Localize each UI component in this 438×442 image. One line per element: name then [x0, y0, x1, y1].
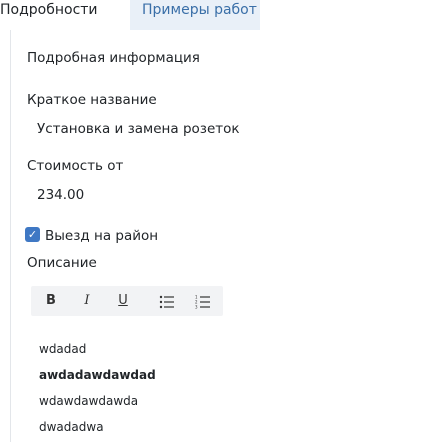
- section-title: Подробная информация: [27, 50, 200, 66]
- price-input[interactable]: 234.00: [19, 180, 438, 212]
- bullet-list-icon[interactable]: [159, 294, 175, 309]
- editor-line[interactable]: wdadad: [39, 342, 86, 356]
- editor-toolbar: B I U 1 2 3: [31, 286, 223, 316]
- editor-line[interactable]: dwadadwa: [39, 420, 104, 434]
- short-name-input[interactable]: Установка и замена розеток: [19, 114, 438, 146]
- check-icon: ✓: [27, 228, 38, 241]
- tab-work-examples[interactable]: Примеры работ: [120, 0, 260, 30]
- ordered-list-icon[interactable]: 1 2 3: [195, 294, 211, 310]
- svg-text:3: 3: [195, 305, 198, 309]
- price-value: 234.00: [37, 187, 85, 203]
- editor-line[interactable]: wdawdawdawda: [39, 394, 138, 408]
- tab-bar: Примеры работ Подробности: [0, 0, 438, 30]
- spacer: [19, 154, 438, 155]
- italic-button[interactable]: I: [77, 292, 97, 310]
- underline-button[interactable]: U: [113, 292, 133, 310]
- short-name-label: Краткое название: [27, 92, 157, 108]
- bold-button[interactable]: B: [41, 292, 61, 310]
- tab-label: Подробности: [0, 2, 98, 18]
- details-panel: Подробная информация Краткое название Ус…: [10, 30, 438, 442]
- travel-checkbox[interactable]: ✓: [25, 227, 40, 242]
- short-name-value: Установка и замена розеток: [37, 121, 240, 137]
- editor-line[interactable]: awdadawdawdad: [39, 368, 156, 382]
- tab-label: Примеры работ: [142, 2, 257, 18]
- price-from-label: Стоимость от: [27, 158, 124, 174]
- description-label: Описание: [27, 255, 97, 271]
- travel-label: Выезд на район: [45, 228, 159, 244]
- tab-details[interactable]: Подробности: [0, 0, 130, 30]
